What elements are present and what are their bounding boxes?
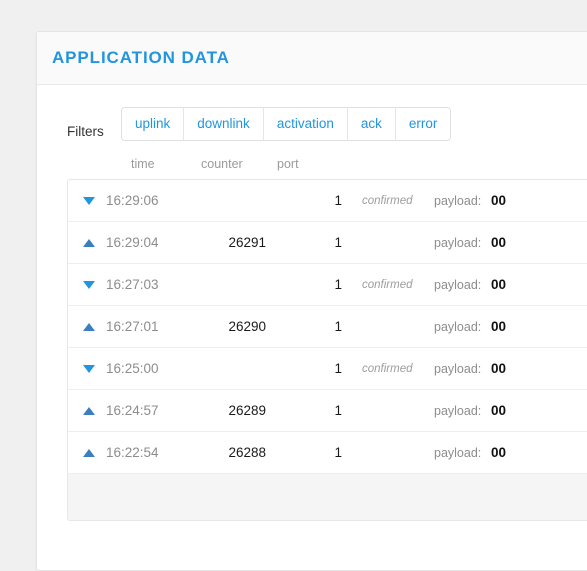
cell-counter: 26291 (228, 235, 266, 250)
table-row[interactable]: 16:27:01 26290 1 payload: 00 (68, 306, 587, 348)
cell-port: 1 (334, 445, 342, 460)
table-row[interactable]: 16:27:03 1 confirmed payload: 00 (68, 264, 587, 306)
table-row[interactable]: 16:22:54 26288 1 payload: 00 (68, 432, 587, 474)
cell-payload-label: payload: (434, 236, 482, 250)
triangle-up-icon[interactable] (83, 239, 95, 247)
cell-confirmed-flag: confirmed (362, 279, 413, 291)
triangle-down-icon[interactable] (83, 281, 95, 289)
card-body: Filters uplink downlink activation ack e… (37, 85, 587, 521)
cell-time: 16:25:00 (106, 361, 159, 376)
application-data-table: 16:29:06 1 confirmed payload: 00 16:29:0… (67, 179, 587, 521)
table-row[interactable]: 16:25:00 1 confirmed payload: 00 (68, 348, 587, 390)
filters-row: Filters uplink downlink activation ack e… (37, 85, 587, 157)
cell-port: 1 (334, 361, 342, 376)
filter-button-activation[interactable]: activation (263, 108, 348, 140)
cell-payload-value: 00 (491, 235, 507, 250)
cell-confirmed-flag: confirmed (362, 195, 413, 207)
triangle-up-icon[interactable] (83, 407, 95, 415)
table-column-headers: time counter port (37, 157, 587, 179)
cell-payload-value: 00 (491, 193, 507, 208)
cell-time: 16:24:57 (106, 403, 159, 418)
cell-time: 16:22:54 (106, 445, 159, 460)
triangle-up-icon[interactable] (83, 449, 95, 457)
cell-payload-value: 00 (491, 445, 507, 460)
triangle-down-icon[interactable] (83, 365, 95, 373)
cell-time: 16:29:06 (106, 193, 159, 208)
cell-port: 1 (334, 235, 342, 250)
column-header-port: port (277, 157, 299, 171)
cell-payload-label: payload: (434, 194, 482, 208)
cell-port: 1 (334, 277, 342, 292)
cell-payload-label: payload: (434, 404, 482, 418)
cell-payload-value: 00 (491, 361, 507, 376)
cell-port: 1 (334, 319, 342, 334)
cell-time: 16:27:01 (106, 319, 159, 334)
cell-payload-value: 00 (491, 403, 507, 418)
filter-button-downlink[interactable]: downlink (184, 108, 264, 140)
cell-port: 1 (334, 403, 342, 418)
cell-time: 16:29:04 (106, 235, 159, 250)
filters-label: Filters (67, 124, 104, 139)
application-data-card: APPLICATION DATA Filters uplink downlink… (36, 31, 587, 571)
cell-counter: 26289 (228, 403, 266, 418)
cell-time: 16:27:03 (106, 277, 159, 292)
cell-confirmed-flag: confirmed (362, 363, 413, 375)
filter-button-group: uplink downlink activation ack error (121, 107, 452, 141)
cell-payload-label: payload: (434, 320, 482, 334)
filter-button-uplink[interactable]: uplink (122, 108, 185, 140)
cell-counter: 26290 (228, 319, 266, 334)
column-header-counter: counter (201, 157, 243, 171)
cell-payload-label: payload: (434, 446, 482, 460)
triangle-down-icon[interactable] (83, 197, 95, 205)
cell-payload-value: 00 (491, 319, 507, 334)
triangle-up-icon[interactable] (83, 323, 95, 331)
card-header: APPLICATION DATA (37, 32, 587, 85)
table-row[interactable]: 16:29:06 1 confirmed payload: 00 (68, 180, 587, 222)
cell-payload-label: payload: (434, 278, 482, 292)
table-footer (68, 474, 587, 520)
cell-payload-value: 00 (491, 277, 507, 292)
table-row[interactable]: 16:29:04 26291 1 payload: 00 (68, 222, 587, 264)
filter-button-ack[interactable]: ack (347, 108, 396, 140)
cell-counter: 26288 (228, 445, 266, 460)
filter-button-error[interactable]: error (395, 108, 451, 140)
column-header-time: time (131, 157, 155, 171)
page-title: APPLICATION DATA (52, 48, 230, 67)
cell-port: 1 (334, 193, 342, 208)
table-row[interactable]: 16:24:57 26289 1 payload: 00 (68, 390, 587, 432)
cell-payload-label: payload: (434, 362, 482, 376)
